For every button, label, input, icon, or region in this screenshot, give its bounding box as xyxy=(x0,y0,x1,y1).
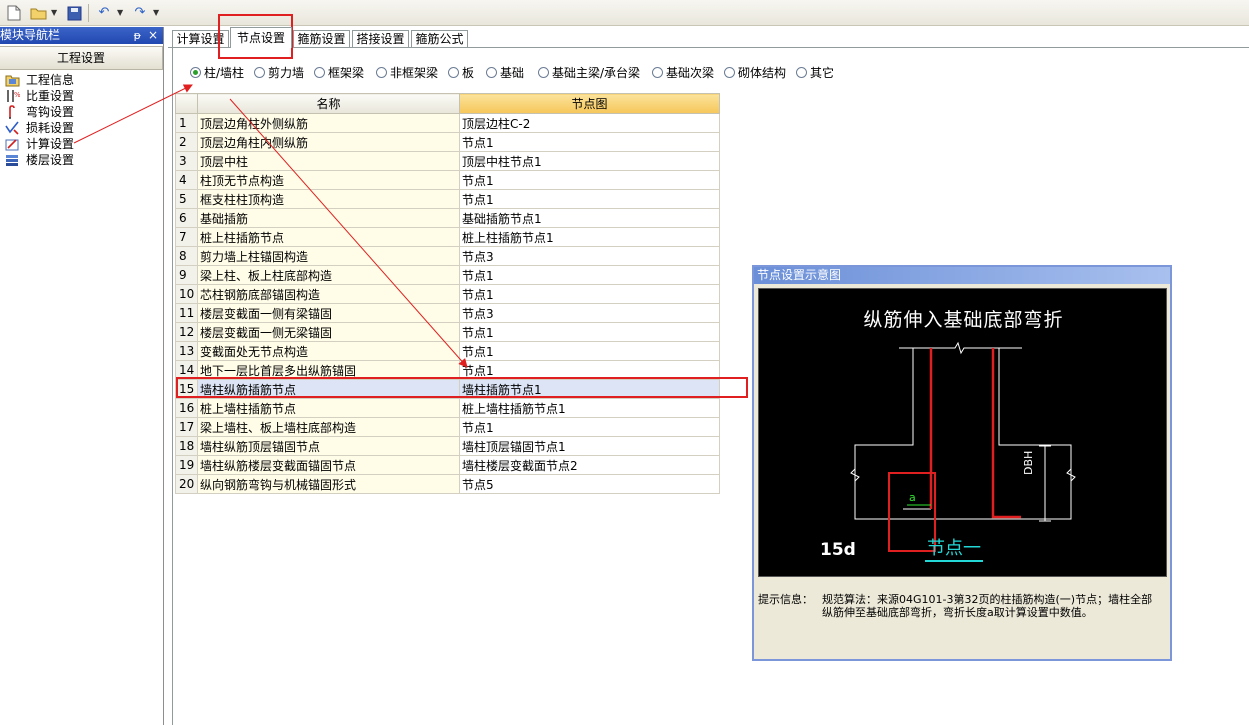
hint-label: 提示信息： xyxy=(758,593,813,606)
rebar-lines xyxy=(929,348,1021,519)
hint-text: 规范算法：来源04G101-3第32页的柱插筋构造(一)节点；墙柱全部纵筋伸至基… xyxy=(822,593,1153,619)
dimension-a-label: a xyxy=(909,491,916,504)
node-diagram-panel: 节点设置示意图 纵筋伸入基础底部弯折 a DBH 15d 节点一 提示信息： 规… xyxy=(752,265,1172,661)
dimension-15d-label: 15d xyxy=(820,540,856,560)
annotation-arrow-nav-to-radio xyxy=(73,84,193,144)
node-diagram-canvas: 纵筋伸入基础底部弯折 a DBH 15d 节点一 xyxy=(758,288,1167,577)
tab-node-settings[interactable]: 节点设置 xyxy=(230,27,292,48)
concrete-outline xyxy=(850,341,1076,522)
annotation-arrow-table xyxy=(229,98,468,368)
hint-info: 提示信息： 规范算法：来源04G101-3第32页的柱插筋构造(一)节点；墙柱全… xyxy=(758,593,1168,619)
dimension-dbh-label: DBH xyxy=(1022,450,1035,475)
panel-title: 节点设置示意图 xyxy=(754,267,1170,284)
node-name-label: 节点一 xyxy=(925,534,983,562)
